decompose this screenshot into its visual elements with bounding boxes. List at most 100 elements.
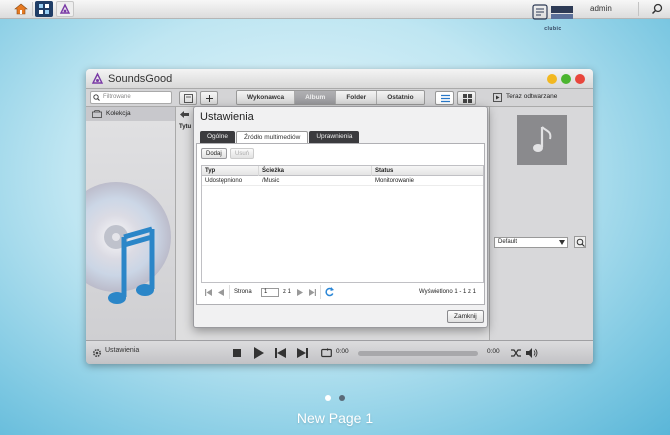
close-dialog-button[interactable]: Zamknij: [447, 310, 484, 323]
page-dot-1[interactable]: [325, 395, 331, 401]
tab-media-source[interactable]: Źródło multimediów: [235, 131, 309, 143]
logo-badge-icon: [532, 4, 573, 20]
soundsgood-taskbar-button[interactable]: [56, 1, 74, 17]
column-header-status[interactable]: Status: [372, 166, 483, 176]
table-header: Typ Ścieżka Status: [202, 166, 483, 176]
pagination-bar: Strona 1 z 1 Wyświetlono 1 - 1 z 1: [201, 285, 484, 301]
now-playing-panel: Default: [489, 107, 593, 340]
settings-button[interactable]: Ustawienia: [105, 347, 139, 354]
search-icon: [93, 94, 100, 101]
music-cd-illustration-icon: [86, 182, 171, 304]
last-page-icon[interactable]: [309, 289, 316, 296]
app-center-icon: [39, 4, 49, 14]
window-titlebar[interactable]: SoundsGood: [86, 69, 593, 89]
cell-type: Udostępniono: [205, 178, 243, 184]
user-label[interactable]: admin: [590, 4, 612, 13]
segment-artist[interactable]: Wykonawca: [237, 91, 296, 104]
remove-source-button[interactable]: Usuń: [230, 148, 255, 159]
stop-icon[interactable]: [232, 348, 242, 358]
playlist-select[interactable]: Default: [494, 237, 568, 248]
page-dot-2[interactable]: [339, 395, 345, 401]
settings-dialog: Ustawienia Ogólne Źródło multimediów Upr…: [193, 106, 488, 328]
cell-path: /Music: [262, 178, 280, 184]
list-view-icon: [441, 94, 450, 103]
chevron-down-icon: [559, 240, 565, 245]
segment-album[interactable]: Album: [295, 91, 337, 104]
next-icon[interactable]: [297, 348, 308, 358]
window-title: SoundsGood: [108, 73, 173, 85]
list-panel-icon: [184, 94, 193, 103]
search-icon: [651, 3, 663, 15]
media-source-table: Typ Ścieżka Status Udostępniono /Music M…: [201, 165, 484, 283]
playlist-select-value: Default: [498, 239, 518, 245]
pager-summary: Wyświetlono 1 - 1 z 1: [419, 289, 476, 295]
cell-status: Monitorowanie: [375, 178, 415, 184]
album-art: [517, 115, 567, 165]
grid-view-icon: [463, 94, 472, 103]
tab-general[interactable]: Ogólne: [200, 131, 235, 143]
page-number-input[interactable]: 1: [261, 288, 279, 297]
total-time: 0:00: [487, 348, 500, 355]
grid-view-button[interactable]: [457, 91, 476, 105]
list-view-button[interactable]: [435, 91, 454, 105]
page-label: Strona: [234, 289, 252, 295]
segment-recent[interactable]: Ostatnio: [377, 91, 424, 104]
maximize-button[interactable]: [561, 74, 571, 84]
volume-icon[interactable]: [526, 348, 538, 358]
sidebar-item-label: Kolekcja: [106, 110, 131, 117]
main-toolbar: Filtrowane Wykonawca Album Folder Ostatn…: [86, 89, 593, 107]
view-mode-button[interactable]: [179, 91, 197, 105]
column-header-path[interactable]: Ścieżka: [259, 166, 372, 176]
page-dots: [325, 395, 347, 403]
play-icon[interactable]: [253, 346, 265, 360]
desktop-page-label: New Page 1: [296, 410, 374, 426]
first-page-icon[interactable]: [205, 289, 212, 296]
taskbar-separator: [32, 2, 33, 16]
dialog-tabs: Ogólne Źródło multimediów Uprawnienia: [200, 131, 360, 143]
filter-input[interactable]: Filtrowane: [90, 91, 172, 104]
shuffle-icon[interactable]: [511, 348, 522, 358]
pager-separator: [229, 285, 230, 299]
dialog-title: Ustawienia: [200, 111, 254, 123]
minimize-button[interactable]: [547, 74, 557, 84]
previous-icon[interactable]: [275, 348, 286, 358]
table-row[interactable]: Udostępniono /Music Monitorowanie: [202, 176, 483, 186]
sidebar: Kolekcja: [86, 107, 176, 340]
seek-bar[interactable]: [358, 351, 478, 356]
home-icon: [14, 3, 28, 15]
column-header-type[interactable]: Typ: [202, 166, 259, 176]
tab-permissions[interactable]: Uprawnienia: [309, 131, 360, 143]
repeat-icon[interactable]: [321, 348, 332, 358]
next-page-icon[interactable]: [297, 289, 303, 296]
search-button[interactable]: [648, 1, 666, 17]
taskbar: clubic admin: [0, 0, 670, 32]
brand-logo: clubic: [528, 2, 578, 34]
player-bar: Ustawienia 0:00 0:00: [86, 340, 593, 364]
previous-page-icon[interactable]: [218, 289, 224, 296]
now-playing-icon: [493, 93, 502, 102]
home-button[interactable]: [12, 1, 30, 17]
playlist-search-button[interactable]: [574, 236, 586, 248]
pager-separator: [320, 285, 321, 299]
zoom-icon: [576, 238, 585, 247]
browse-segment: Wykonawca Album Folder Ostatnio: [236, 90, 425, 105]
gear-icon: [92, 348, 102, 358]
media-source-panel: Dodaj Usuń Typ Ścieżka Status Udostępnio…: [196, 143, 485, 305]
taskbar-separator: [638, 2, 639, 16]
elapsed-time: 0:00: [336, 348, 349, 355]
segment-folder[interactable]: Folder: [336, 91, 378, 104]
refresh-icon[interactable]: [325, 287, 334, 297]
plus-icon: [206, 95, 213, 102]
column-header-title[interactable]: Tytu: [179, 124, 191, 130]
app-center-button[interactable]: [35, 1, 53, 17]
soundsgood-icon: [59, 3, 71, 14]
add-button[interactable]: [200, 91, 218, 105]
back-arrow-icon[interactable]: [180, 111, 189, 118]
page-count: z 1: [283, 289, 292, 295]
music-note-icon: [533, 126, 552, 152]
add-source-button[interactable]: Dodaj: [201, 148, 227, 159]
now-playing-label[interactable]: Teraz odtwarzane: [506, 93, 557, 100]
soundsgood-icon: [91, 72, 104, 84]
close-window-button[interactable]: [575, 74, 585, 84]
logo-text: clubic: [544, 26, 562, 32]
